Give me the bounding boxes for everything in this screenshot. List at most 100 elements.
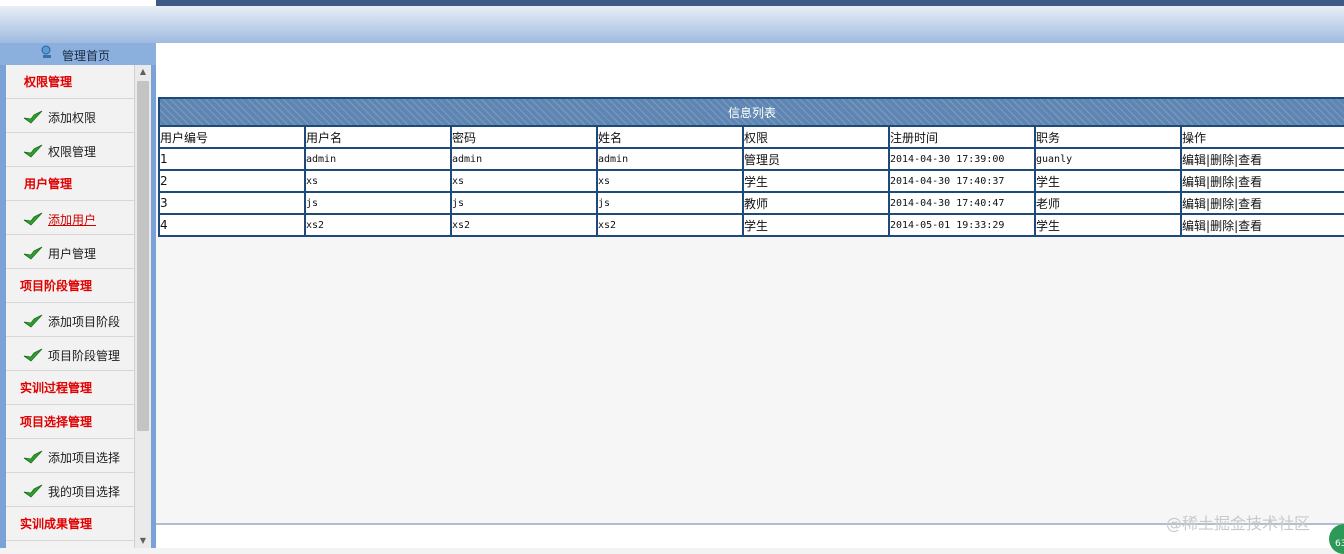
home-icon [41,45,51,58]
delete-link[interactable]: 删除 [1210,153,1234,167]
sidebar-item-4[interactable]: 添加用户 [6,201,134,235]
sidebar-item-label: 用户管理 [24,177,73,191]
table-cell: admin [450,147,598,171]
table-cell: 3 [158,191,306,215]
sidebar-item-label: 项目阶段管理 [20,279,93,293]
sidebar-item-8[interactable]: 项目阶段管理 [6,337,134,371]
sidebar-menu: 权限管理 添加权限 权限管理 用户管理 添加用户 用户管理 项目阶段管理 添加项目阶段 项目阶段… [6,65,134,548]
logo-fragment: ~ ~ ~ ~ ~ [0,0,156,6]
table-cell: 学生 [1034,169,1182,193]
column-header: 用户名 [304,125,452,149]
table-row: 2 xs xs xs 学生 2014-04-30 17:40:37 学生 编辑|删除|查看 [158,169,1344,193]
green-arrow-icon [23,484,43,498]
table-cell: 2014-05-01 19:33:29 [888,213,1036,237]
table-cell: js [304,191,452,215]
sidebar-item-label: 添加项目选择 [48,451,121,465]
column-header: 用户编号 [158,125,306,149]
scroll-down-arrow-icon[interactable]: ▼ [135,534,151,548]
green-arrow-icon [23,246,43,260]
table-cell: 2014-04-30 17:40:37 [888,169,1036,193]
sidebar-item-label: 添加权限 [48,111,97,125]
table-cell: 4 [158,213,306,237]
green-arrow-icon [23,144,43,158]
watermark: @稀土掘金技术社区 [1166,514,1311,533]
table-cell: 2014-04-30 17:39:00 [888,147,1036,171]
delete-link[interactable]: 删除 [1210,197,1234,211]
table-header-row: 用户编号 用户名 密码 姓名 权限 注册时间 职务 操作 [158,125,1344,149]
sidebar-section-10[interactable]: 项目选择管理 [6,405,134,439]
top-strip [156,0,1344,6]
actions-cell: 编辑|删除|查看 [1179,191,1344,215]
column-header: 职务 [1034,125,1182,149]
info-list-table: 信息列表 用户编号 用户名 密码 姓名 权限 注册时间 职务 操作 1 admin admin ad… [157,97,1344,237]
sidebar-item-7[interactable]: 添加项目阶段 [6,303,134,337]
table-cell: js [596,191,744,215]
sidebar-scrollbar[interactable]: ▲ ▼ [134,65,151,548]
table-cell: 教师 [742,191,890,215]
sidebar-item-label: 权限管理 [48,145,97,159]
view-link[interactable]: 查看 [1238,153,1262,167]
table-cell: 管理员 [742,147,890,171]
sidebar-item-label: 添加用户 [48,213,97,227]
home-label: 管理首页 [62,49,111,63]
sidebar-section-9[interactable]: 实训过程管理 [6,371,134,405]
sidebar-item-label: 我的项目选择 [48,485,121,499]
column-header: 权限 [742,125,890,149]
view-link[interactable]: 查看 [1238,219,1262,233]
scroll-thumb[interactable] [137,81,149,431]
table-cell: xs2 [450,213,598,237]
sidebar-item-label: 项目阶段管理 [48,349,121,363]
green-arrow-icon [23,348,43,362]
sidebar-item-1[interactable]: 添加权限 [6,99,134,133]
scroll-up-arrow-icon[interactable]: ▲ [135,65,151,79]
sidebar-item-label: 权限管理 [24,75,73,89]
table-cell: 学生 [1034,213,1182,237]
table-cell: admin [596,147,744,171]
sidebar-item-12[interactable]: 我的项目选择 [6,473,134,507]
sidebar-item-label: 用户管理 [48,247,97,261]
table-cell: 学生 [742,169,890,193]
table-cell: 老师 [1034,191,1182,215]
green-arrow-icon [23,314,43,328]
sidebar-item-11[interactable]: 添加项目选择 [6,439,134,473]
green-arrow-icon [23,212,43,226]
table-row: 3 js js js 教师 2014-04-30 17:40:47 老师 编辑|删除|查看 [158,191,1344,215]
table-caption: 信息列表 [157,97,1344,127]
table-cell: guanly [1034,147,1182,171]
sidebar-item-label: 实训过程管理 [20,381,93,395]
delete-link[interactable]: 删除 [1210,175,1234,189]
column-header: 注册时间 [888,125,1036,149]
sidebar-item-2[interactable]: 权限管理 [6,133,134,167]
table-cell: xs2 [304,213,452,237]
column-header: 密码 [450,125,598,149]
sidebar-item-label: 添加项目阶段 [48,315,121,329]
sidebar-item-5[interactable]: 用户管理 [6,235,134,269]
table-cell: xs [304,169,452,193]
delete-link[interactable]: 删除 [1210,219,1234,233]
table-cell: xs [450,169,598,193]
table-row: 1 admin admin admin 管理员 2014-04-30 17:39:00 gu… [158,147,1344,171]
view-link[interactable]: 查看 [1238,175,1262,189]
edit-link[interactable]: 编辑 [1183,219,1206,233]
home-link[interactable]: 管理首页 [0,43,156,65]
content-top-area [156,43,1344,97]
table-cell: admin [304,147,452,171]
table-cell: xs [596,169,744,193]
sidebar-section-13[interactable]: 实训成果管理 [6,507,134,541]
sidebar-item-label: 项目选择管理 [20,415,93,429]
top-header: ~ ~ ~ ~ ~ [0,0,1344,43]
sidebar-section-6[interactable]: 项目阶段管理 [6,269,134,303]
actions-cell: 编辑|删除|查看 [1179,213,1344,237]
sidebar-section-0[interactable]: 权限管理 [6,65,134,99]
table-cell: 1 [158,147,306,171]
table-cell: 2014-04-30 17:40:47 [888,191,1036,215]
green-arrow-icon [23,450,43,464]
edit-link[interactable]: 编辑 [1183,153,1206,167]
edit-link[interactable]: 编辑 [1183,175,1206,189]
view-link[interactable]: 查看 [1238,197,1262,211]
table-cell: 学生 [742,213,890,237]
edit-link[interactable]: 编辑 [1183,197,1206,211]
actions-cell: 编辑|删除|查看 [1179,147,1344,171]
table-cell: 2 [158,169,306,193]
sidebar-section-3[interactable]: 用户管理 [6,167,134,201]
